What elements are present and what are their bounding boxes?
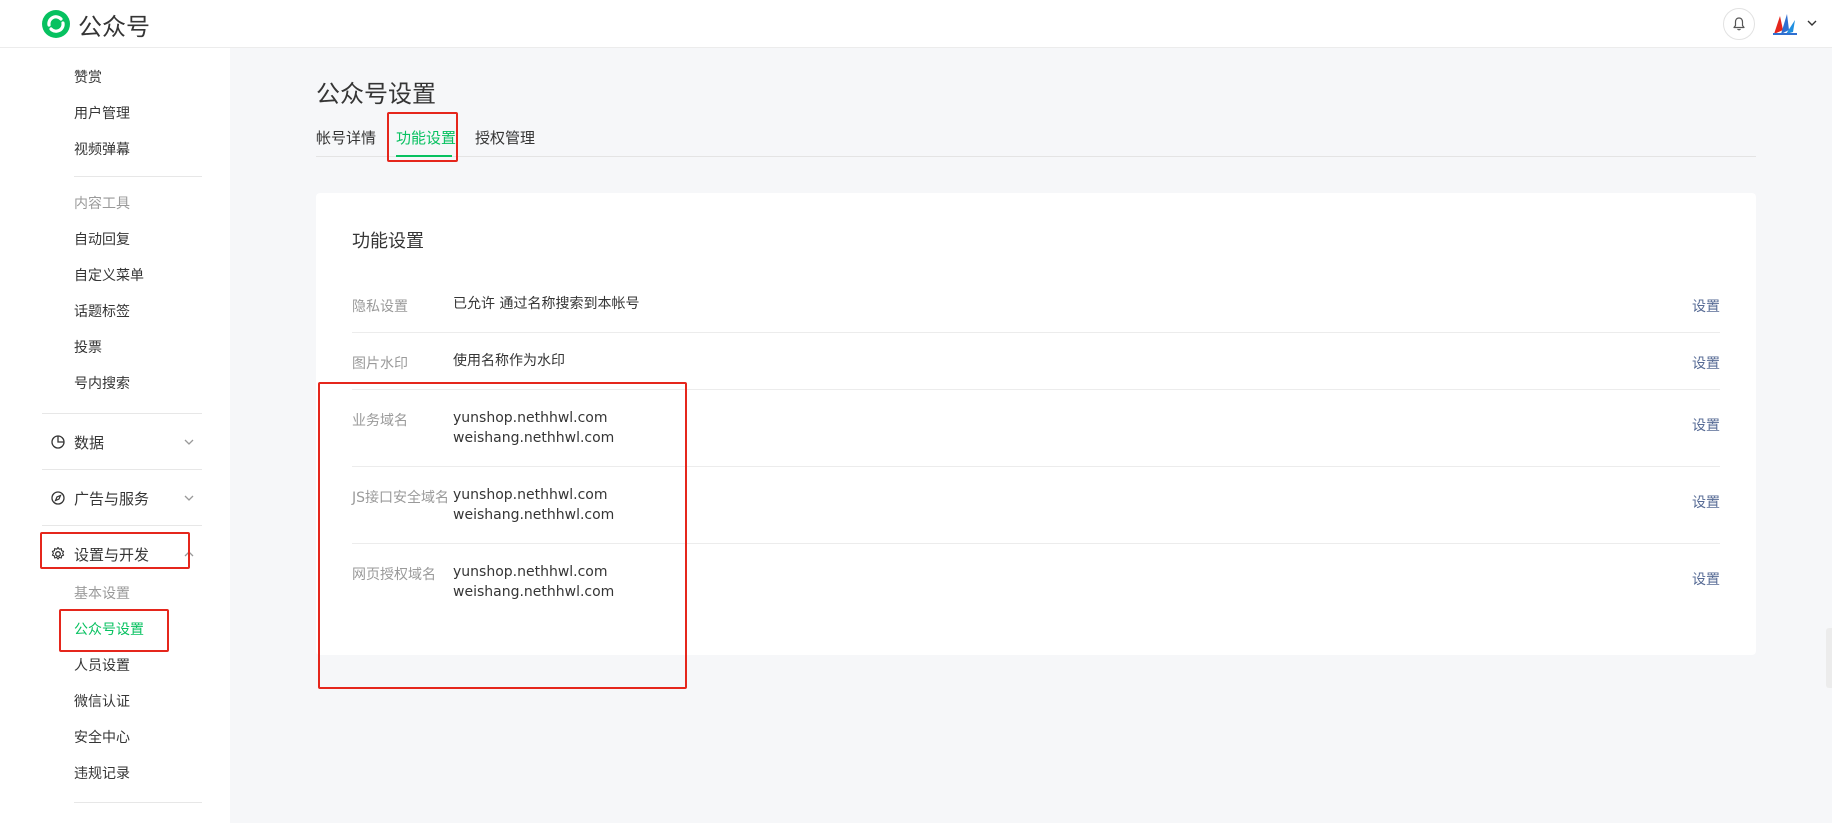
sidebar-item-vote[interactable]: 投票 (74, 338, 102, 358)
sidebar-divider (42, 469, 202, 470)
annotation-highlight-tab (387, 112, 458, 162)
annotation-highlight-settings-group (40, 532, 190, 569)
pie-chart-icon (51, 435, 65, 449)
sidebar-item-security-center[interactable]: 安全中心 (74, 728, 130, 748)
sidebar-group-label: 广告与服务 (74, 489, 150, 508)
watermark-set-link[interactable]: 设置 (1692, 353, 1720, 373)
row-label-privacy: 隐私设置 (352, 299, 408, 315)
annotation-highlight-account-settings (59, 609, 169, 652)
sidebar-heading-basic-settings: 基本设置 (74, 586, 130, 602)
chevron-down-icon (184, 495, 194, 501)
annotation-highlight-domains (318, 382, 687, 689)
sidebar-heading-content-tools: 内容工具 (74, 196, 130, 212)
top-bar: 公众号 (0, 0, 1832, 48)
scroll-edge (1826, 628, 1832, 688)
chevron-down-icon[interactable] (1805, 16, 1819, 30)
sidebar-item-user-management[interactable]: 用户管理 (74, 104, 130, 124)
sidebar-divider (42, 413, 202, 414)
sidebar-item-topic-tags[interactable]: 话题标签 (74, 302, 130, 322)
sidebar-item-wechat-verification[interactable]: 微信认证 (74, 692, 130, 712)
business-domain-set-link[interactable]: 设置 (1692, 415, 1720, 435)
privacy-set-link[interactable]: 设置 (1692, 296, 1720, 316)
sidebar-divider (42, 525, 202, 526)
sidebar-item-custom-menu[interactable]: 自定义菜单 (74, 266, 144, 286)
sidebar-item-reward[interactable]: 赞赏 (74, 68, 102, 88)
sidebar-group-label: 数据 (74, 433, 105, 452)
sidebar: 赞赏 用户管理 视频弹幕 内容工具 自动回复 自定义菜单 话题标签 投票 号内搜… (0, 48, 230, 823)
sidebar-item-violation-records[interactable]: 违规记录 (74, 764, 130, 784)
page-title: 公众号设置 (316, 80, 436, 108)
sidebar-group-data[interactable]: 数据 (42, 428, 202, 456)
tab-account-details[interactable]: 帐号详情 (316, 127, 376, 148)
tab-authorization-management[interactable]: 授权管理 (475, 127, 535, 148)
compass-icon (51, 491, 65, 505)
bell-icon (1733, 17, 1745, 31)
tabs-divider (316, 156, 1756, 157)
brand[interactable]: 公众号 (40, 7, 150, 41)
row-label-watermark: 图片水印 (352, 356, 408, 372)
wechat-official-logo-icon (42, 10, 70, 38)
sidebar-item-video-danmaku[interactable]: 视频弹幕 (74, 140, 130, 160)
sidebar-item-in-account-search[interactable]: 号内搜索 (74, 374, 130, 394)
js-domain-set-link[interactable]: 设置 (1692, 492, 1720, 512)
avatar[interactable] (1771, 10, 1799, 38)
chevron-down-icon (184, 439, 194, 445)
row-value-privacy: 已允许 通过名称搜索到本帐号 (453, 296, 640, 312)
card-title: 功能设置 (352, 231, 424, 252)
sidebar-item-member-settings[interactable]: 人员设置 (74, 656, 130, 676)
sidebar-group-ads-services[interactable]: 广告与服务 (42, 484, 202, 512)
row-value-watermark: 使用名称作为水印 (453, 353, 565, 369)
notification-button[interactable] (1723, 8, 1755, 40)
sidebar-divider (74, 176, 202, 177)
sidebar-item-auto-reply[interactable]: 自动回复 (74, 230, 130, 250)
oauth-domain-set-link[interactable]: 设置 (1692, 569, 1720, 589)
sidebar-divider (74, 802, 202, 803)
brand-name: 公众号 (78, 12, 150, 41)
row-divider (352, 332, 1720, 333)
